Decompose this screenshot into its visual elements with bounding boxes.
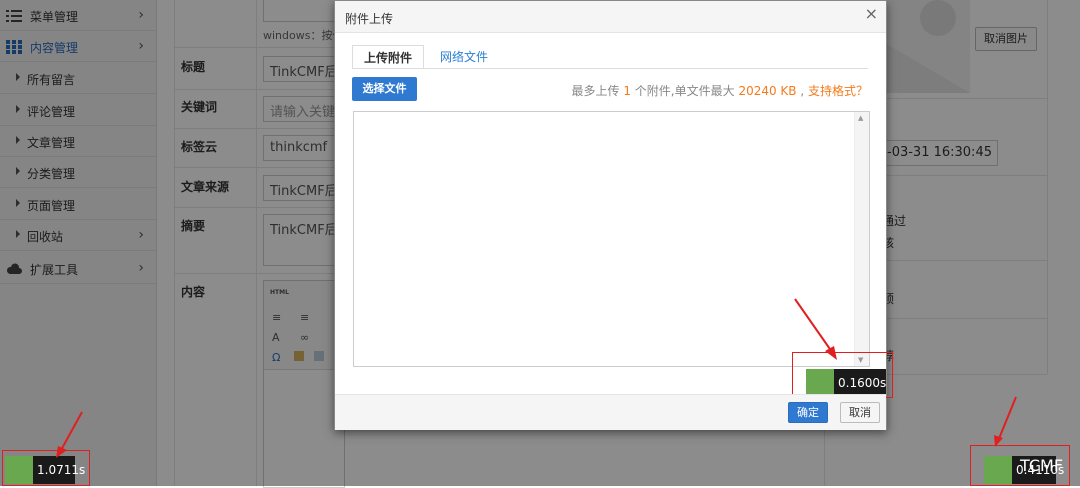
annotation-arrow-icon [794, 298, 837, 360]
annotation-arrow-icon [56, 411, 83, 458]
limit-mid: 个附件,单文件最大 [630, 84, 739, 98]
cancel-button[interactable]: 取消 [840, 402, 880, 423]
annotation-arrow-icon [994, 396, 1017, 447]
tab-network-file[interactable]: 网络文件 [429, 45, 499, 69]
limit-separator: , [796, 84, 808, 98]
scroll-up-icon[interactable]: ▲ [858, 114, 863, 122]
supported-formats-link[interactable]: 支持格式？ [808, 84, 868, 98]
choose-file-button[interactable]: 选择文件 [352, 77, 417, 101]
confirm-button[interactable]: 确定 [788, 402, 828, 423]
upload-limit-text: 最多上传 1 个附件,单文件最大 20240 KB , 支持格式？ [572, 82, 868, 99]
tab-divider [352, 68, 868, 69]
limit-size: 20240 KB [738, 84, 797, 98]
scrollbar[interactable]: ▲ ▼ [854, 112, 869, 366]
upload-dialog: 附件上传 × 上传附件 网络文件 选择文件 最多上传 1 个附件,单文件最大 2… [334, 0, 893, 430]
close-icon[interactable]: × [865, 4, 878, 23]
tab-upload[interactable]: 上传附件 [352, 45, 425, 69]
dialog-header: 附件上传 × [335, 1, 886, 33]
annotation-box [970, 445, 1070, 486]
limit-prefix: 最多上传 [571, 84, 624, 98]
dialog-footer: 确定 取消 [335, 394, 886, 430]
dialog-title: 附件上传 [345, 12, 394, 26]
limit-count: 1 [623, 84, 631, 98]
